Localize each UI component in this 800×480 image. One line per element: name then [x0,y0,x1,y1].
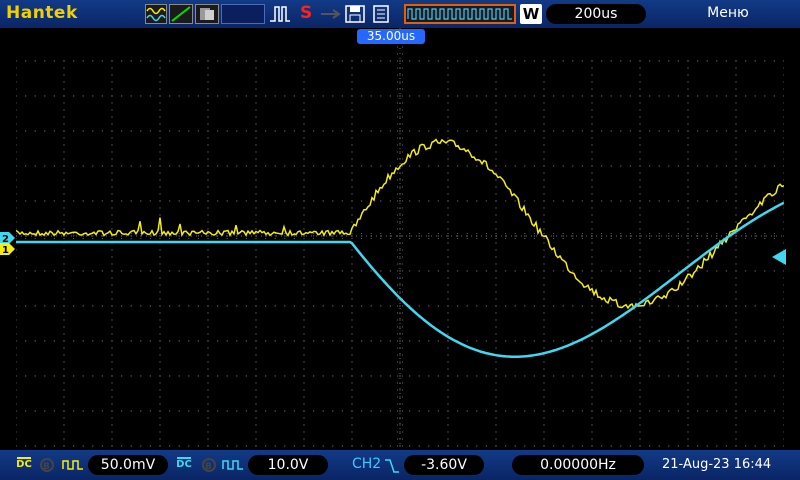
window-zoom-button[interactable]: W [520,4,542,24]
trigger-level[interactable]: -3.60V [404,455,484,475]
usb-icon [318,4,342,24]
brand-logo: Hantek [6,3,78,23]
ch1-volts-div[interactable]: 50.0mV [88,455,168,475]
save-icon[interactable] [344,4,366,24]
svg-text:B: B [43,462,50,472]
ch2-volts-div[interactable]: 10.0V [248,455,328,475]
stop-indicator: S [300,3,313,23]
pulse-icon[interactable] [268,4,292,24]
scope-display [16,28,784,448]
ch2-bw-limit-icon[interactable]: B [198,457,220,473]
ch2-invert-icon[interactable] [222,457,244,473]
ch2-coupling-icon[interactable]: DC [176,457,192,473]
date-time: 21-Aug-23 16:44 [662,457,772,472]
measure-icon[interactable] [370,4,394,24]
menu-button[interactable]: Меню [700,5,756,21]
svg-text:B: B [205,462,212,472]
recorder-icon[interactable] [195,4,219,24]
ch1-invert-icon[interactable] [62,457,84,473]
trigger-position-marker[interactable]: 35.00us [357,29,425,44]
bottom-status-bar: DC B 50.0mV DC B 10.0V CH2 -3.60V 0.0000… [0,450,800,480]
waveform-icon[interactable] [145,4,167,24]
channel-markers: 2 1 [0,232,15,256]
frequency-counter: 0.00000Hz [512,455,644,475]
waveform-area [16,138,784,358]
status-indicator [221,4,265,24]
falling-edge-icon[interactable] [384,457,400,473]
ch1-marker-label: 1 [2,245,9,256]
trigger-source[interactable]: CH2 [352,456,381,472]
top-status-bar: Hantek S W 200us Меню [0,0,800,28]
ch1-coupling-icon[interactable]: DC [16,457,32,473]
ch2-trace [16,201,784,358]
timebase-display[interactable]: 200us [546,4,646,24]
ramp-icon[interactable] [169,4,193,24]
ch1-bw-limit-icon[interactable]: B [36,457,58,473]
trigger-level-marker[interactable] [770,248,786,266]
hscroll-icon[interactable] [404,4,516,24]
